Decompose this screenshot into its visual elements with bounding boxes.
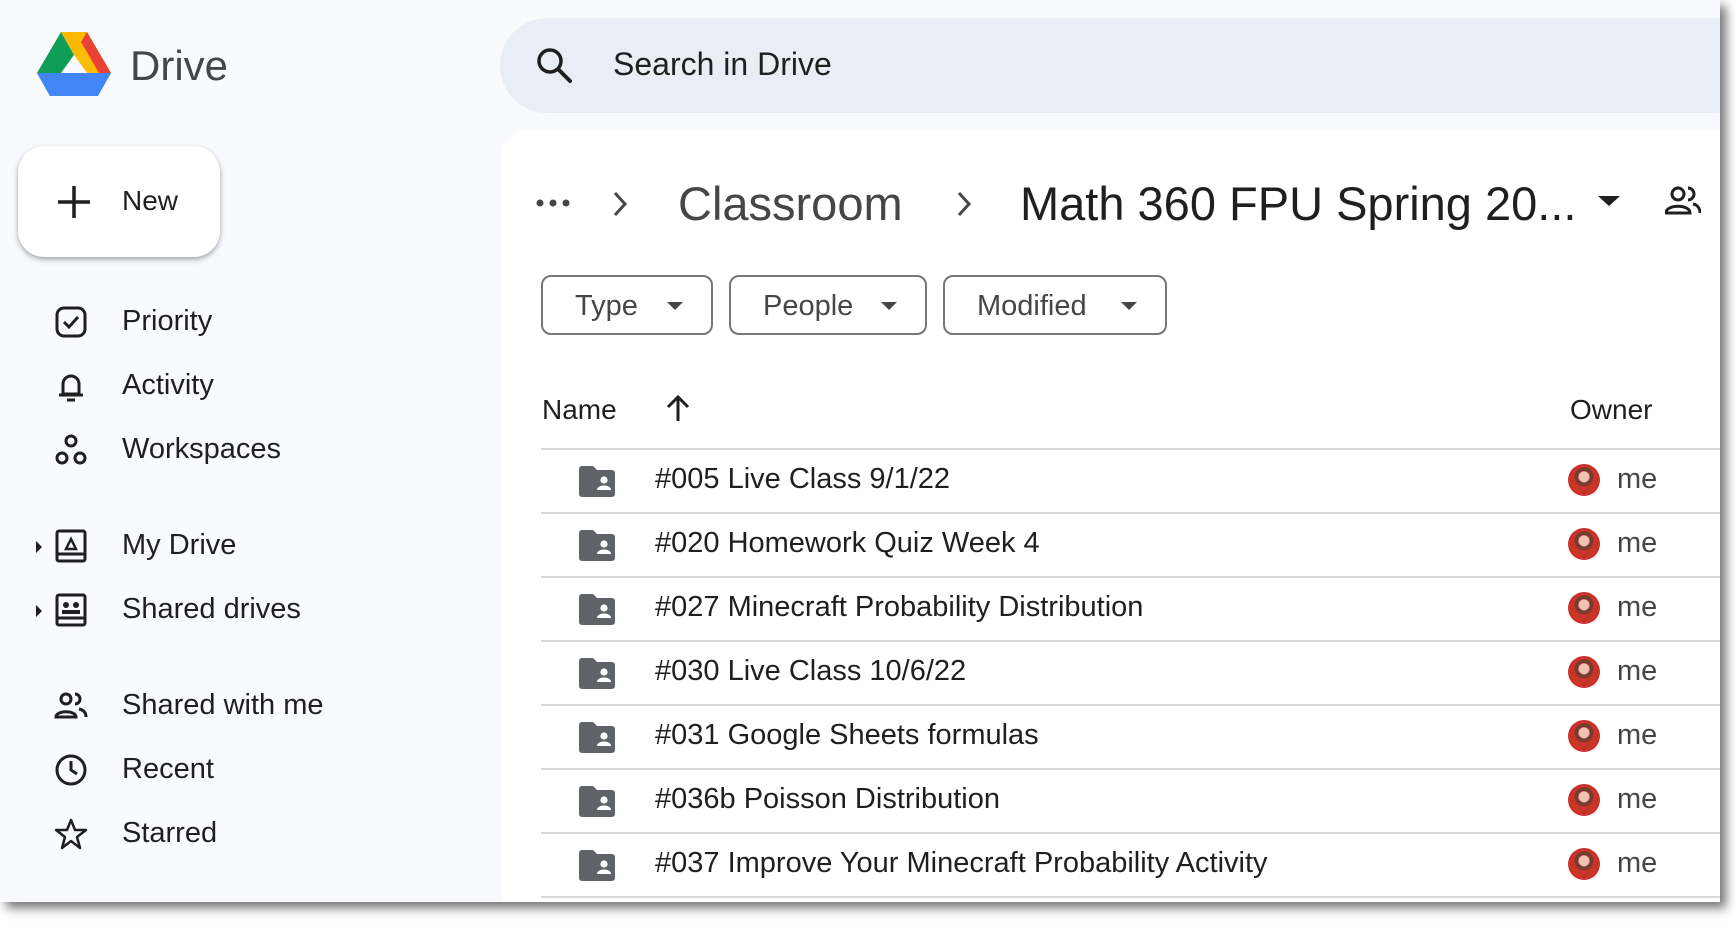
- table-row[interactable]: #027 Minecraft Probability Distribution m…: [541, 577, 1720, 641]
- clock-icon: [55, 754, 87, 786]
- more-horizontal-icon[interactable]: [535, 198, 571, 208]
- sidebar-item-label: My Drive: [122, 529, 237, 561]
- filter-label: People: [763, 290, 854, 322]
- new-button[interactable]: New: [18, 146, 220, 257]
- shared-folder-icon: [579, 786, 615, 817]
- owner-avatar: [1568, 720, 1600, 752]
- drive-window: Drive Search in Drive New Priority Activ…: [0, 0, 1720, 902]
- sidebar-item-label: Priority: [122, 305, 213, 337]
- shared-folder-icon: [579, 530, 615, 561]
- filter-modified[interactable]: Modified: [943, 275, 1167, 335]
- expand-arrow-icon[interactable]: [36, 605, 42, 617]
- new-button-label: New: [122, 185, 179, 216]
- shared-folder-people-icon[interactable]: [1665, 186, 1701, 216]
- column-header-owner[interactable]: Owner: [1570, 394, 1652, 426]
- sidebar-item-recent[interactable]: Recent: [30, 741, 470, 797]
- sidebar-item-label: Starred: [122, 817, 218, 849]
- filter-people[interactable]: People: [729, 275, 927, 335]
- sidebar-item-label: Activity: [122, 369, 214, 401]
- owner-avatar: [1568, 592, 1600, 624]
- file-name: #036b Poisson Distribution: [655, 783, 1000, 815]
- arrow-up-icon[interactable]: [663, 393, 693, 423]
- owner-name: me: [1617, 463, 1658, 495]
- owner-name: me: [1617, 783, 1658, 815]
- filter-type[interactable]: Type: [541, 275, 713, 335]
- people-icon: [54, 692, 88, 719]
- sidebar-item-label: Shared drives: [122, 593, 301, 625]
- file-name: #020 Homework Quiz Week 4: [655, 527, 1040, 559]
- sidebar-item-priority[interactable]: Priority: [30, 293, 470, 349]
- search-icon[interactable]: [535, 46, 573, 84]
- filter-label: Type: [575, 290, 638, 322]
- star-icon: [54, 818, 88, 850]
- column-header-name[interactable]: Name: [542, 394, 617, 426]
- breadcrumb-current-folder[interactable]: Math 360 FPU Spring 20...: [1020, 176, 1576, 231]
- table-row[interactable]: #031 Google Sheets formulas me: [541, 705, 1720, 769]
- sidebar-item-starred[interactable]: Starred: [30, 805, 470, 861]
- sidebar-item-shared-with-me[interactable]: Shared with me: [30, 677, 470, 733]
- table-row[interactable]: #037 Improve Your Minecraft Probability …: [541, 833, 1720, 897]
- file-name: #030 Live Class 10/6/22: [655, 655, 967, 687]
- dropdown-arrow-icon: [1121, 302, 1137, 310]
- sidebar-item-my-drive[interactable]: My Drive: [30, 517, 470, 573]
- chevron-right-icon: [613, 191, 628, 217]
- owner-name: me: [1617, 591, 1658, 623]
- sidebar-item-activity[interactable]: Activity: [30, 357, 470, 413]
- expand-arrow-icon[interactable]: [36, 541, 42, 553]
- dropdown-arrow-icon: [881, 302, 897, 310]
- file-name: #005 Live Class 9/1/22: [655, 463, 951, 495]
- folder-dropdown-arrow-icon[interactable]: [1598, 196, 1620, 206]
- shared-folder-icon: [579, 658, 615, 689]
- dropdown-arrow-icon: [667, 302, 683, 310]
- shared-folder-icon: [579, 594, 615, 625]
- owner-name: me: [1617, 655, 1658, 687]
- owner-name: me: [1617, 719, 1658, 751]
- table-row[interactable]: #005 Live Class 9/1/22 me: [541, 449, 1720, 513]
- bell-icon: [59, 374, 83, 402]
- breadcrumb-classroom[interactable]: Classroom: [678, 176, 903, 231]
- search-input[interactable]: Search in Drive: [613, 46, 832, 83]
- priority-icon: [55, 306, 87, 338]
- owner-avatar: [1568, 528, 1600, 560]
- owner-name: me: [1617, 847, 1658, 879]
- table-row[interactable]: #036b Poisson Distribution me: [541, 769, 1720, 833]
- file-name: #031 Google Sheets formulas: [655, 719, 1039, 751]
- sidebar-item-label: Workspaces: [122, 433, 282, 465]
- table-row[interactable]: #030 Live Class 10/6/22 me: [541, 641, 1720, 705]
- sidebar-item-label: Shared with me: [122, 689, 324, 721]
- brand-name: Drive: [130, 42, 229, 89]
- file-name: #037 Improve Your Minecraft Probability …: [655, 847, 1268, 879]
- workspaces-icon: [55, 434, 87, 465]
- my-drive-icon: [55, 529, 87, 563]
- owner-name: me: [1617, 527, 1658, 559]
- drive-logo-icon[interactable]: [37, 30, 111, 98]
- plus-icon: [58, 186, 90, 218]
- sidebar-item-workspaces[interactable]: Workspaces: [30, 421, 470, 477]
- shared-folder-icon: [579, 722, 615, 753]
- filter-label: Modified: [977, 290, 1087, 322]
- owner-avatar: [1568, 784, 1600, 816]
- owner-avatar: [1568, 464, 1600, 496]
- file-name: #027 Minecraft Probability Distribution: [655, 591, 1144, 623]
- shared-folder-icon: [579, 850, 615, 881]
- table-row[interactable]: #020 Homework Quiz Week 4 me: [541, 513, 1720, 577]
- owner-avatar: [1568, 656, 1600, 688]
- shared-drives-icon: [55, 593, 87, 627]
- owner-avatar: [1568, 848, 1600, 880]
- sidebar-item-shared-drives[interactable]: Shared drives: [30, 581, 470, 637]
- shared-folder-icon: [579, 466, 615, 497]
- sidebar-item-label: Recent: [122, 753, 214, 785]
- chevron-right-icon: [957, 191, 972, 217]
